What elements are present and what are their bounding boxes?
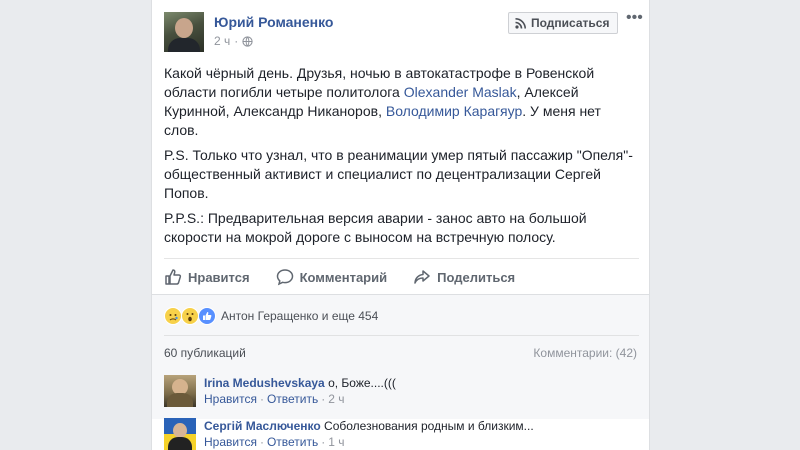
post-actions: Нравится Комментарий Поделиться bbox=[164, 266, 541, 288]
comment-like-link[interactable]: Нравится bbox=[204, 435, 257, 449]
comment-text: Соболезнования родным и близким... bbox=[324, 419, 534, 433]
comment-line: Irina Medushevskaya о, Боже....((( bbox=[204, 375, 396, 391]
like-button[interactable]: Нравится bbox=[164, 266, 250, 288]
separator-dot: · bbox=[321, 435, 326, 449]
post-author[interactable]: Юрий Романенко bbox=[214, 14, 333, 30]
post-paragraph-1: Какой чёрный день. Друзья, ночью в авток… bbox=[164, 64, 639, 140]
share-label: Поделиться bbox=[437, 269, 516, 285]
post-paragraph-2: P.S. Только что узнал, что в реанимации … bbox=[164, 147, 633, 201]
comment-icon bbox=[276, 269, 293, 286]
comment-reply-link[interactable]: Ответить bbox=[267, 435, 318, 449]
rss-icon bbox=[515, 17, 526, 29]
comment-time[interactable]: 2 ч bbox=[328, 392, 344, 406]
meta-separator: · bbox=[234, 34, 239, 48]
reactors-text[interactable]: Антон Геращенко и еще 454 bbox=[221, 309, 378, 323]
post-card: Юрий Романенко 2 ч · Подписаться ••• Как… bbox=[151, 0, 650, 450]
post-meta: 2 ч · bbox=[214, 34, 253, 48]
share-icon bbox=[414, 270, 430, 284]
shares-count[interactable]: 60 публикаций bbox=[164, 346, 246, 360]
comment-time[interactable]: 1 ч bbox=[328, 435, 344, 449]
post-time[interactable]: 2 ч bbox=[214, 34, 230, 48]
comment-author[interactable]: Irina Medushevskaya bbox=[204, 376, 325, 390]
comment-actions: Нравится · Ответить · 2 ч bbox=[204, 391, 396, 407]
subscribe-button[interactable]: Подписаться bbox=[508, 12, 619, 34]
comment-text: о, Боже....((( bbox=[328, 376, 396, 390]
sad-reaction-icon bbox=[164, 307, 182, 325]
commenter-avatar[interactable] bbox=[164, 418, 196, 450]
comment-body: Irina Medushevskaya о, Боже....((( Нрави… bbox=[204, 375, 396, 407]
feedback-section: Антон Геращенко и еще 454 60 публикаций … bbox=[152, 294, 649, 419]
globe-icon[interactable] bbox=[242, 35, 253, 47]
comment-button[interactable]: Комментарий bbox=[276, 266, 388, 288]
comment-label: Комментарий bbox=[299, 269, 388, 285]
subscribe-label: Подписаться bbox=[531, 16, 610, 30]
share-button[interactable]: Поделиться bbox=[413, 266, 515, 288]
separator-dot: · bbox=[259, 435, 264, 449]
comment-actions: Нравится · Ответить · 1 ч bbox=[204, 434, 534, 450]
avatar-body bbox=[168, 38, 200, 52]
post-paragraph-3: P.P.S.: Предварительная версия аварии - … bbox=[164, 210, 587, 245]
tag-volodymyr-karahiaur[interactable]: Володимир Карагяур bbox=[386, 103, 522, 119]
reactions-summary[interactable]: Антон Геращенко и еще 454 bbox=[164, 307, 378, 325]
divider bbox=[164, 258, 639, 259]
comment-reply-link[interactable]: Ответить bbox=[267, 392, 318, 406]
comment-like-link[interactable]: Нравится bbox=[204, 392, 257, 406]
post-text: Какой чёрный день. Друзья, ночью в авток… bbox=[164, 64, 639, 253]
thumbs-up-icon bbox=[165, 269, 182, 285]
like-label: Нравится bbox=[188, 269, 250, 285]
comment-line: Сергій Маслюченко Соболезнования родным … bbox=[204, 418, 534, 434]
like-reaction-icon bbox=[198, 307, 216, 325]
commenter-avatar[interactable] bbox=[164, 375, 196, 407]
comment-author[interactable]: Сергій Маслюченко bbox=[204, 419, 321, 433]
more-options-icon[interactable]: ••• bbox=[626, 10, 643, 26]
author-avatar[interactable] bbox=[164, 12, 204, 52]
avatar-head bbox=[175, 18, 193, 38]
tag-olexander-maslak[interactable]: Olexander Maslak bbox=[404, 84, 517, 100]
separator-dot: · bbox=[321, 392, 326, 406]
wow-reaction-icon bbox=[181, 307, 199, 325]
separator-dot: · bbox=[259, 392, 264, 406]
comments-count[interactable]: Комментарии: (42) bbox=[533, 346, 637, 360]
comment-body: Сергій Маслюченко Соболезнования родным … bbox=[204, 418, 534, 450]
divider bbox=[164, 335, 639, 336]
